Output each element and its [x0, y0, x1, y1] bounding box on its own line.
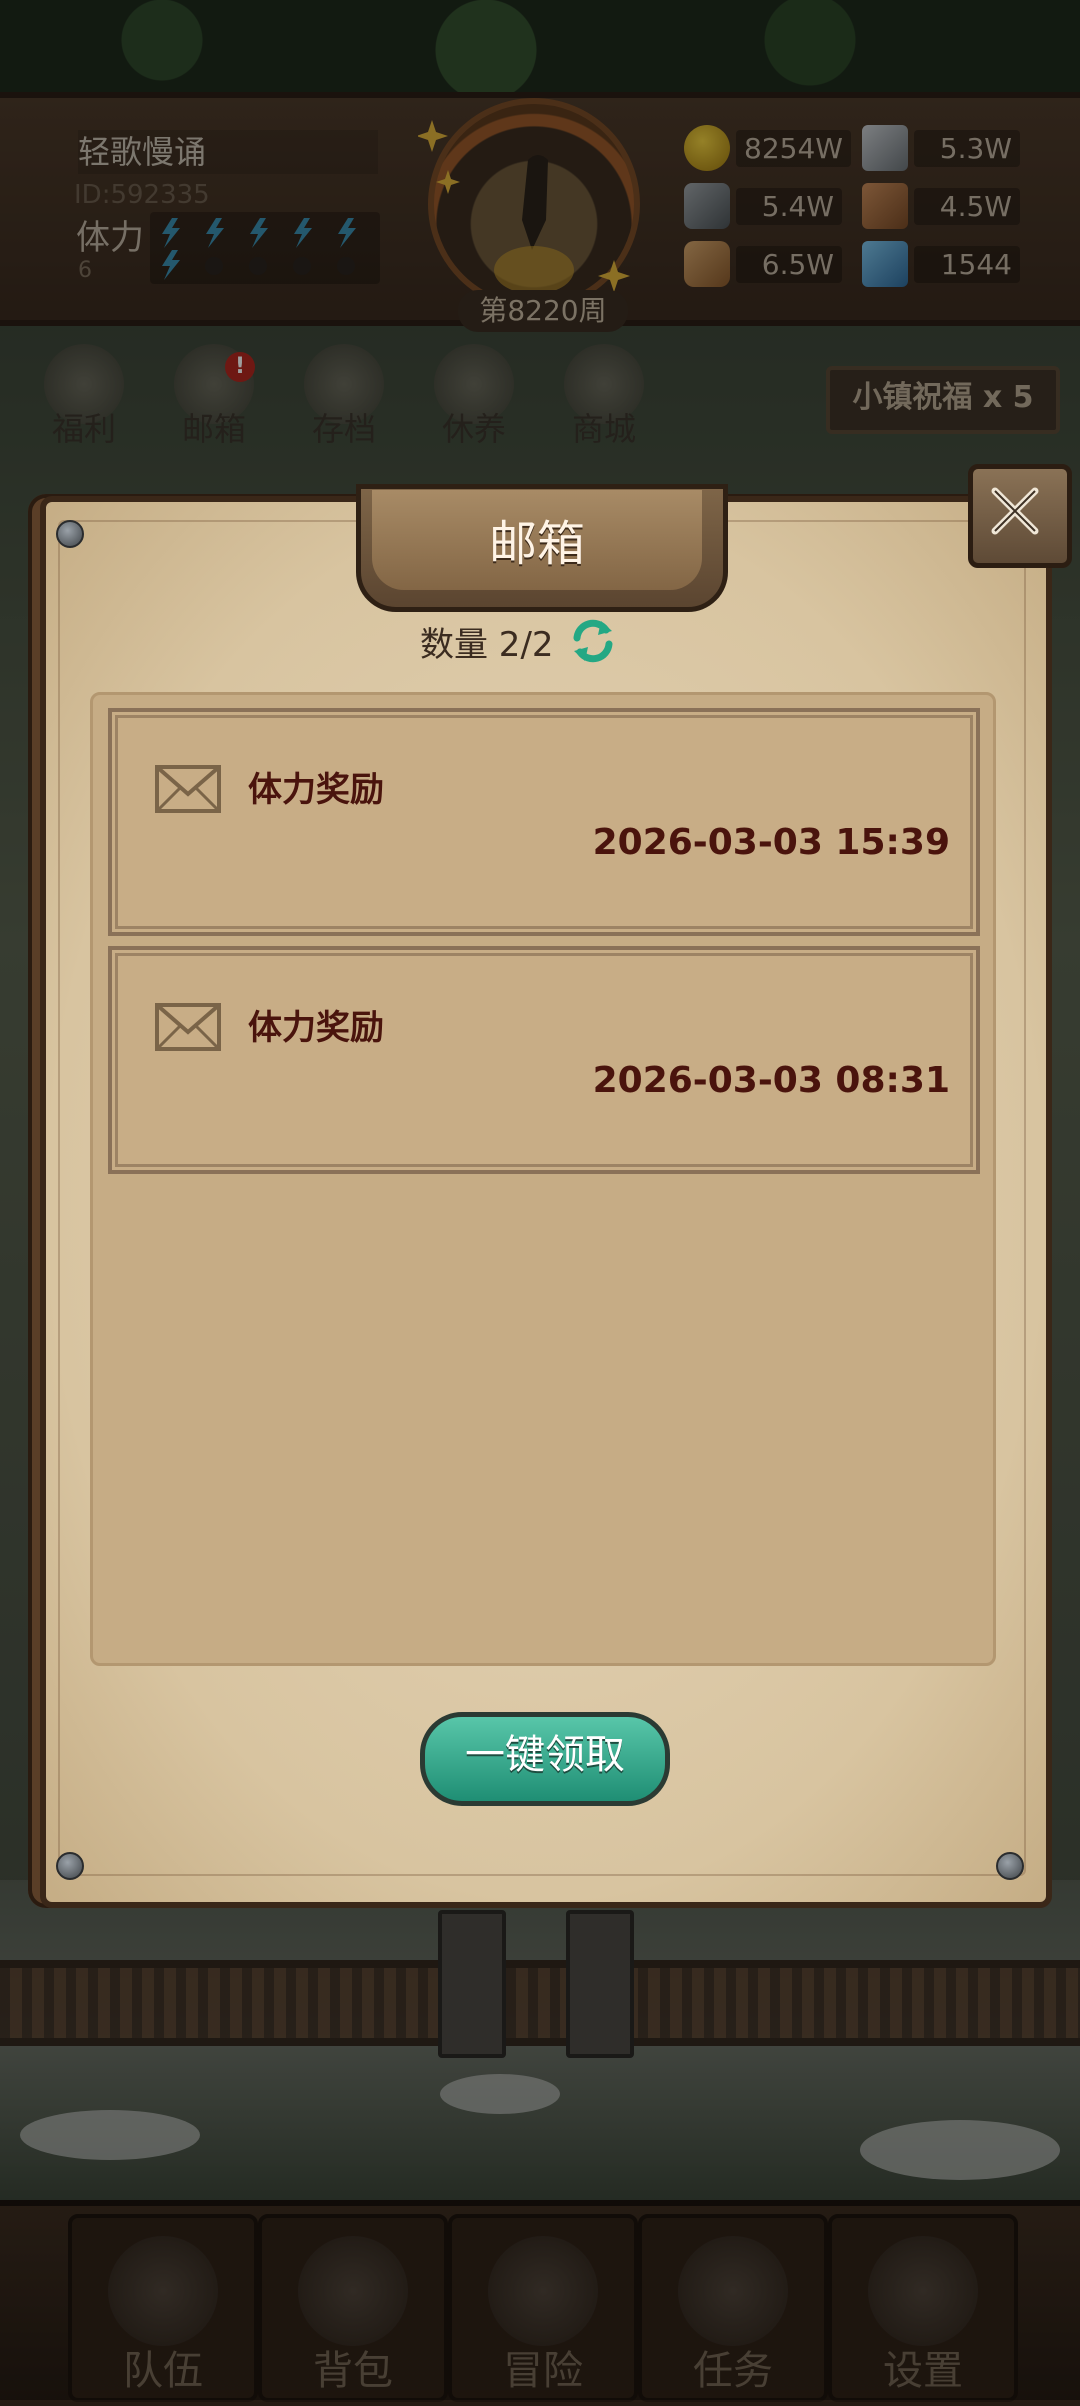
close-button[interactable]	[968, 464, 1072, 568]
close-icon	[991, 487, 1039, 535]
mail-time: 2026-03-03 08:31	[592, 1060, 950, 1101]
mail-item[interactable]: 体力奖励 2026-03-03 08:31	[108, 946, 980, 1174]
rivet-icon	[56, 520, 84, 548]
envelope-icon	[155, 765, 221, 813]
claim-all-button[interactable]: 一键领取	[420, 1712, 670, 1806]
envelope-icon	[155, 1003, 221, 1051]
mail-time: 2026-03-03 15:39	[592, 822, 950, 863]
mail-item[interactable]: 体力奖励 2026-03-03 15:39	[108, 708, 980, 936]
dialog-title: 邮箱	[488, 516, 585, 572]
refresh-icon[interactable]	[568, 616, 618, 666]
rivet-icon	[996, 1852, 1024, 1880]
mail-title: 体力奖励	[248, 770, 384, 810]
mail-count-text: 数量 2/2	[420, 624, 554, 665]
mail-title: 体力奖励	[248, 1008, 384, 1048]
rivet-icon	[56, 1852, 84, 1880]
mail-count: 数量 2/2	[420, 616, 618, 666]
